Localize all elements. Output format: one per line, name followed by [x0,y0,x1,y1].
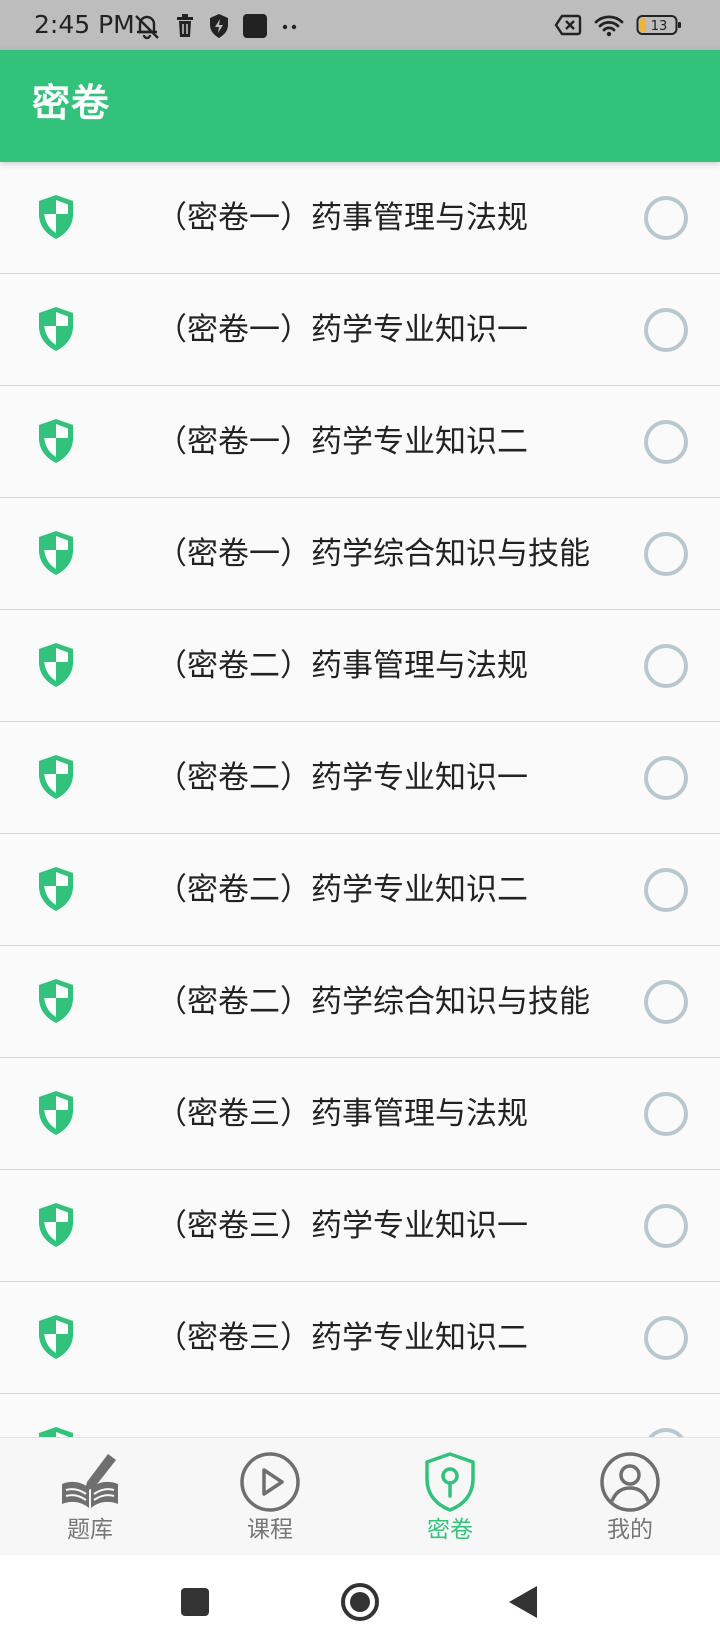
radio-button[interactable] [644,980,688,1024]
bottom-nav: 题库 课程 密卷 我的 [0,1437,720,1555]
list-item-label: （密卷一）药学专业知识二 [156,424,528,460]
trash-icon [174,13,196,39]
list-item-label: （密卷二）药事管理与法规 [156,648,528,684]
paper-list: （密卷一）药事管理与法规 （密卷一）药学专业知识一 （密卷一）药学专业知识二 （… [0,162,720,1437]
radio-button[interactable] [644,420,688,464]
list-item[interactable]: （密卷一）药学专业知识一 [0,274,720,386]
shield-icon [39,195,73,239]
list-item-label: （密卷一）药学综合知识与技能 [156,536,590,572]
shield-icon [39,979,73,1023]
shield-icon [39,1091,73,1135]
shield-key-icon [425,1452,475,1512]
nav-label: 题库 [67,1517,113,1543]
back-button[interactable] [500,1579,546,1625]
list-item-label: （密卷三）药学专业知识二 [156,1320,528,1356]
list-item-label: （密卷一）药学专业知识一 [156,312,528,348]
radio-button[interactable] [644,756,688,800]
shield-icon [39,1203,73,1247]
status-left-icons [132,12,300,40]
book-pencil-icon [62,1454,118,1508]
page-title: 密卷 [32,81,111,125]
nav-label: 课程 [247,1517,293,1543]
shield-icon [39,1427,73,1437]
list-item[interactable]: （密卷二）药学综合知识与技能 [0,946,720,1058]
list-item-label: （密卷三）药事管理与法规 [156,1096,528,1132]
shield-icon [39,531,73,575]
no-sim-icon [554,13,582,37]
list-item[interactable]: （密卷三）药学专业知识二 [0,1282,720,1394]
radio-button[interactable] [644,1428,688,1437]
status-right-icons: 13 [554,11,682,39]
shield-icon [39,419,73,463]
shield-icon [39,755,73,799]
nav-label: 密卷 [427,1517,473,1543]
list-item-label: （密卷一）药事管理与法规 [156,200,528,236]
radio-button[interactable] [644,1204,688,1248]
radio-button[interactable] [644,868,688,912]
nav-item-profile[interactable]: 我的 [540,1438,720,1556]
radio-button[interactable] [644,196,688,240]
shield-icon [39,867,73,911]
app-bar: 密卷 [0,50,720,162]
home-button[interactable] [337,1579,383,1625]
radio-button[interactable] [644,532,688,576]
list-item[interactable]: （密卷二）药学专业知识一 [0,722,720,834]
list-item-label: （密卷二）药学专业知识一 [156,760,528,796]
user-circle-icon [600,1452,660,1512]
shield-bolt-icon [208,13,230,39]
nav-item-courses[interactable]: 课程 [180,1438,360,1556]
radio-button[interactable] [644,1092,688,1136]
battery-level: 13 [651,19,668,34]
recents-button[interactable] [172,1579,218,1625]
list-item[interactable]: （密卷一）药学综合知识与技能 [0,498,720,610]
wifi-icon [594,13,624,37]
radio-button[interactable] [644,308,688,352]
battery-icon: 13 [636,13,682,37]
list-item[interactable]: （密卷二）药事管理与法规 [0,610,720,722]
list-item-label: （密卷三）药学专业知识一 [156,1208,528,1244]
list-item[interactable]: （密卷三）药事管理与法规 [0,1058,720,1170]
shield-icon [39,643,73,687]
nav-label: 我的 [607,1517,653,1543]
list-item-partial[interactable] [0,1394,720,1437]
radio-button[interactable] [644,644,688,688]
app-square-icon [242,13,268,39]
status-bar: 2:45 PM 13 [0,0,720,50]
status-time: 2:45 PM [34,10,135,39]
system-nav-bar [0,1555,720,1650]
nav-item-question-bank[interactable]: 题库 [0,1438,180,1556]
shield-icon [39,1315,73,1359]
list-item[interactable]: （密卷三）药学专业知识一 [0,1170,720,1282]
list-item[interactable]: （密卷一）药学专业知识二 [0,386,720,498]
shield-icon [39,307,73,351]
more-dots-icon [280,13,300,39]
radio-button[interactable] [644,1316,688,1360]
list-item-label: （密卷二）药学综合知识与技能 [156,984,590,1020]
list-item[interactable]: （密卷一）药事管理与法规 [0,162,720,274]
play-circle-icon [240,1452,300,1512]
list-item[interactable]: （密卷二）药学专业知识二 [0,834,720,946]
back-triangle-icon [509,1586,537,1618]
square-icon [181,1588,209,1616]
nav-item-secret-papers[interactable]: 密卷 [360,1438,540,1556]
list-item-label: （密卷二）药学专业知识二 [156,872,528,908]
muted-bell-icon [132,12,162,40]
home-circle-icon [341,1583,379,1621]
